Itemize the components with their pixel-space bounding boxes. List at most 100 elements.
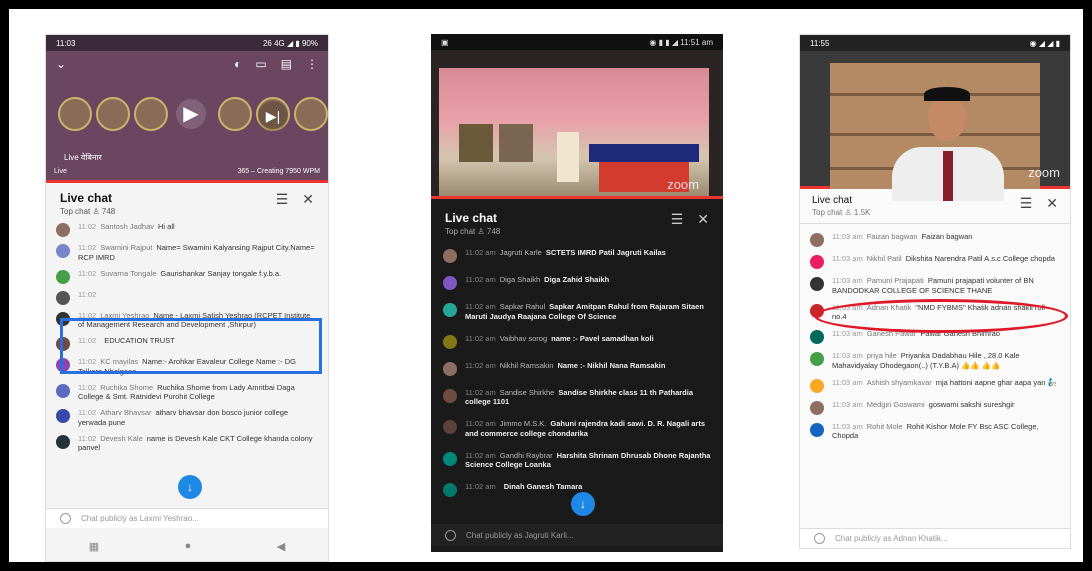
message-author: Medgiri Goswami — [866, 399, 925, 409]
emoji-icon[interactable] — [814, 533, 825, 544]
close-icon[interactable]: ✕ — [1046, 195, 1058, 212]
chat-message[interactable]: 11:03 am Faizan bagwan Faizan bagwan — [810, 232, 1060, 247]
chat-message[interactable]: 11:03 am Medgiri Goswami goswami sakshi su… — [810, 400, 1060, 415]
filter-icon[interactable]: ☰ — [1020, 195, 1033, 212]
notification-icon: ▣ — [441, 37, 449, 47]
logo-emblem-icon — [218, 97, 252, 131]
avatar[interactable] — [56, 244, 70, 258]
chat-message[interactable]: 11:02 Ruchika Shome Ruchika Shome from Lad… — [56, 383, 318, 403]
chat-input-row[interactable]: Chat publicly as Laxmi Yeshrao... — [46, 508, 328, 528]
chat-input-row[interactable]: Chat publicly as Jagruti Karli... — [431, 524, 723, 546]
top-chat-dropdown[interactable]: Top chat ♙ 748 — [60, 207, 115, 216]
avatar[interactable] — [443, 303, 457, 317]
avatar[interactable] — [443, 420, 457, 434]
chat-input-row[interactable]: Chat publicly as Adnan Khatik... — [800, 528, 1070, 548]
chat-message[interactable]: 11:02 am Nikhil Ramsakin Name :- Nikhil Na… — [443, 361, 711, 376]
avatar[interactable] — [810, 400, 824, 415]
avatar[interactable] — [810, 233, 824, 247]
avatar[interactable] — [56, 434, 70, 449]
chat-messages: 11:03 am Faizan bagwan Faizan bagwan 11:03 … — [800, 224, 1070, 456]
chat-message[interactable]: 11:02 Suvarna Tongale Gaurishankar Sanjay … — [56, 269, 318, 284]
message-text: name :- Pavel samadhan koli — [551, 333, 654, 343]
avatar[interactable] — [443, 361, 457, 376]
avatar[interactable] — [810, 378, 824, 393]
message-time: 11:02 — [78, 382, 97, 392]
captions-icon[interactable]: ▤ — [281, 57, 292, 71]
viewer-count: 1.5K — [853, 208, 871, 217]
chat-message[interactable]: 11:03 am Rohit Mole Rohit Kishor Mole FY B… — [810, 422, 1060, 442]
chat-message[interactable]: 11:02 am Jimmo M.S.K. Gahuni rajendra kadi… — [443, 419, 711, 439]
emoji-icon[interactable] — [445, 529, 456, 541]
chat-message[interactable]: 11:02 am Sandise Shirkhe Sandise Shirkhe c… — [443, 388, 711, 408]
video-player[interactable]: zoom — [800, 51, 1070, 201]
live-chat-header: Live chat Top chat ♙ 748 ☰ ✕ — [431, 199, 723, 240]
scroll-down-button[interactable]: ↓ — [178, 475, 202, 499]
cast-icon[interactable]: ▭ — [255, 57, 266, 71]
chat-message[interactable]: 11:02 am Sapkar Rahul Sapkar Amitpan Rahul… — [443, 302, 711, 322]
emoji-icon[interactable] — [60, 513, 71, 524]
avatar[interactable] — [443, 334, 457, 349]
logo-emblem-icon — [294, 97, 328, 131]
message-author: Devesh Kale — [100, 433, 143, 443]
autoplay-toggle-icon[interactable]: ◐ — [234, 57, 241, 71]
close-icon[interactable]: ✕ — [302, 191, 314, 208]
message-time: 11:02 — [78, 408, 97, 417]
live-label: Live — [54, 168, 67, 175]
close-icon[interactable]: ✕ — [697, 211, 709, 228]
chat-message[interactable]: 11:02 Devesh Kale name is Devesh Kale CKT … — [56, 434, 318, 454]
avatar[interactable] — [443, 249, 457, 263]
live-chat-header: Live chat Top chat ♙ 748 ☰ ✕ — [46, 183, 328, 218]
avatar[interactable] — [56, 269, 70, 284]
scroll-down-button[interactable]: ↓ — [571, 492, 595, 516]
avatar[interactable] — [810, 422, 824, 437]
chat-message[interactable]: 11:02 am Jagruti Karle SCTETS IMRD Patil J… — [443, 248, 711, 263]
chat-message[interactable]: 11:02 Santosh Jadhav Hi all — [56, 222, 318, 237]
avatar[interactable] — [810, 330, 824, 344]
chat-input[interactable]: Chat publicly as Jagruti Karli... — [466, 531, 574, 540]
people-icon: ♙ — [477, 227, 487, 236]
top-chat-dropdown[interactable]: Top chat ♙ 1.5K — [812, 208, 870, 217]
chat-message[interactable]: 11:03 am Pamuni Prajapati Pamuni prajapati… — [810, 276, 1060, 296]
chat-message[interactable]: 11:02 Atharv Bhavsar atharv bhavsar don bo… — [56, 408, 318, 428]
filter-icon[interactable]: ☰ — [276, 191, 289, 208]
avatar[interactable] — [810, 352, 824, 366]
message-author: Sandise Shirkhe — [499, 387, 555, 397]
chat-message[interactable]: 11:02 am Vaibhav sorog name :- Pavel samad… — [443, 334, 711, 349]
avatar[interactable] — [443, 388, 457, 403]
chat-message[interactable]: 11:02 am Diga Shaikh Diga Zahid Shaikh — [443, 275, 711, 290]
back-icon[interactable]: ◀ — [277, 540, 285, 553]
skip-next-icon[interactable]: ▶| — [258, 101, 288, 131]
avatar[interactable] — [56, 290, 70, 305]
avatar[interactable] — [56, 409, 70, 423]
avatar[interactable] — [443, 451, 457, 466]
home-icon[interactable]: ● — [185, 540, 192, 552]
minimize-icon[interactable]: ⌄ — [56, 57, 66, 71]
avatar[interactable] — [56, 223, 70, 237]
top-chat-dropdown[interactable]: Top chat ♙ 748 — [445, 227, 500, 236]
avatar[interactable] — [810, 277, 824, 291]
chat-message[interactable]: 11:03 am Ashish shyamkavar mja hattoni aap… — [810, 378, 1060, 393]
avatar[interactable] — [443, 276, 457, 290]
progress-bar[interactable] — [46, 180, 328, 183]
more-vert-icon[interactable]: ⋮ — [306, 57, 318, 71]
message-author: Nikhil Ramsakin — [499, 360, 554, 370]
chat-input[interactable]: Chat publicly as Adnan Khatik... — [835, 534, 948, 543]
chat-message[interactable]: 11:03 am priya hile Priyanka Dadabhau Hile… — [810, 351, 1060, 371]
avatar[interactable] — [810, 255, 824, 269]
status-time: 11:03 — [56, 38, 76, 48]
video-player[interactable]: ⌄ ◐ ▭ ▤ ⋮ ▶ ▶| Live वेबिनार Live 365 – C… — [46, 51, 328, 183]
chat-message[interactable]: 11:02 am Gandhi Raybrar Harshita Shrinam D… — [443, 451, 711, 471]
chat-input[interactable]: Chat publicly as Laxmi Yeshrao... — [81, 514, 199, 523]
chat-message[interactable]: 11:02 Swamini Rajput Name= Swamini Kalyans… — [56, 243, 318, 263]
message-time: 11:02 am — [465, 302, 496, 311]
chat-message[interactable]: 11:03 am Nikhil Patil Dikshita Narendra Pa… — [810, 254, 1060, 269]
avatar[interactable] — [56, 383, 70, 398]
filter-icon[interactable]: ☰ — [671, 211, 684, 228]
recents-icon[interactable]: ▦ — [89, 540, 99, 553]
video-player[interactable]: zoom — [431, 50, 723, 196]
play-icon[interactable]: ▶ — [176, 99, 206, 129]
message-text: Diga Zahid Shaikh — [544, 275, 610, 284]
chat-message[interactable]: 11:02 — [56, 290, 318, 305]
avatar[interactable] — [443, 483, 457, 497]
message-text: Gaurishankar Sanjay tongale f.y.b.a. — [160, 268, 282, 278]
